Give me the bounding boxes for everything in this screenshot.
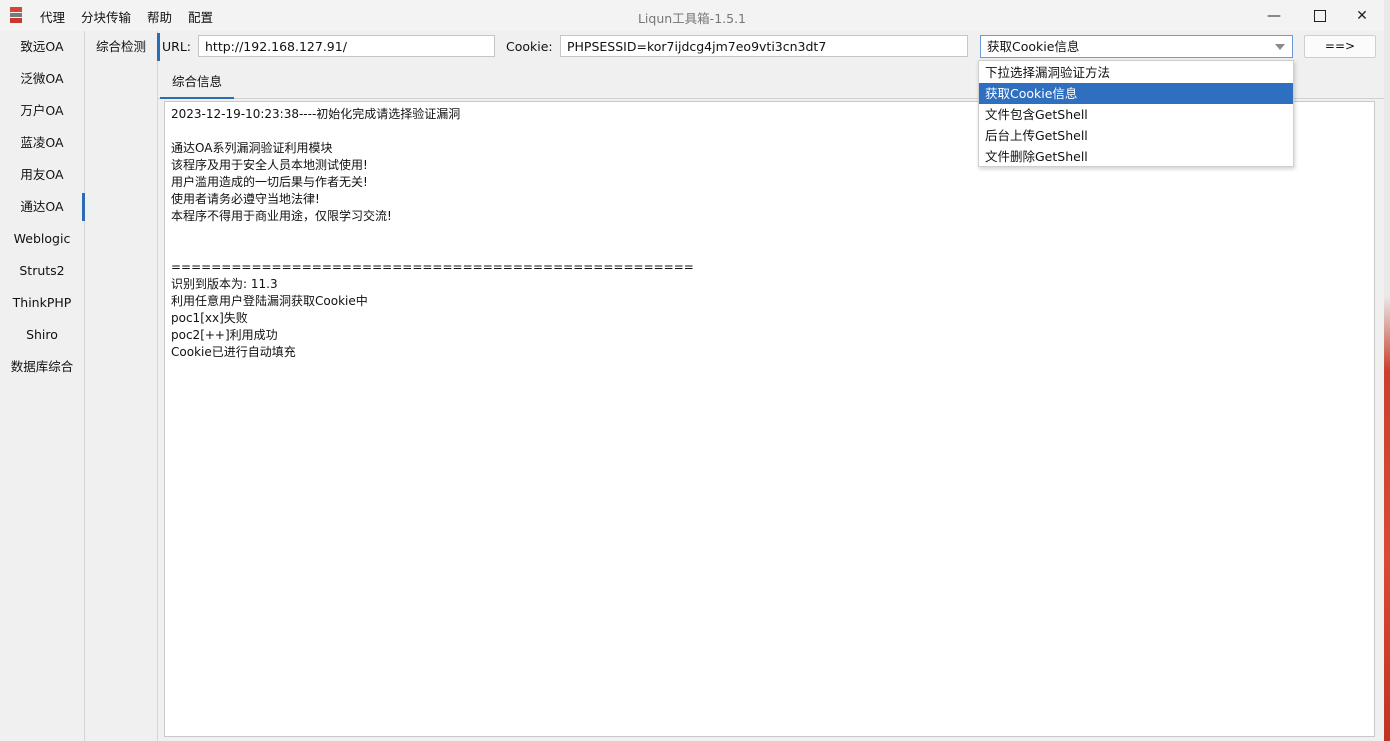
chevron-down-icon[interactable] bbox=[1275, 44, 1285, 50]
cookie-label: Cookie: bbox=[506, 39, 553, 54]
log-line: 本程序不得用于商业用途，仅限学习交流! bbox=[171, 209, 392, 223]
log-line: Cookie已进行自动填充 bbox=[171, 345, 296, 359]
menu-config[interactable]: 配置 bbox=[180, 7, 221, 26]
log-line: 利用任意用户登陆漏洞获取Cookie中 bbox=[171, 294, 368, 308]
log-line: 使用者请务必遵守当地法律! bbox=[171, 192, 320, 206]
log-line: ========================================… bbox=[171, 260, 694, 274]
sidebar-item-landray-oa[interactable]: 蓝凌OA bbox=[0, 127, 84, 159]
sidebar: 致远OA 泛微OA 万户OA 蓝凌OA 用友OA 通达OA Weblogic S… bbox=[0, 31, 85, 741]
app-window: 代理 分块传输 帮助 配置 Liqun工具箱-1.5.1 — ✕ 致远OA 泛微… bbox=[0, 0, 1385, 741]
title-bar: 代理 分块传输 帮助 配置 Liqun工具箱-1.5.1 — ✕ bbox=[0, 0, 1384, 31]
sidebar-item-seeyon-oa[interactable]: 致远OA bbox=[0, 31, 84, 63]
log-line: 识别到版本为: 11.3 bbox=[171, 277, 278, 291]
cookie-input[interactable] bbox=[560, 35, 968, 57]
app-logo-icon bbox=[10, 7, 22, 23]
maximize-icon bbox=[1314, 9, 1326, 22]
output-log[interactable]: 2023-12-19-10:23:38----初始化完成请选择验证漏洞 通达OA… bbox=[164, 101, 1375, 737]
tab-comprehensive-info[interactable]: 综合信息 bbox=[160, 68, 234, 99]
menu-proxy[interactable]: 代理 bbox=[32, 7, 73, 26]
sidebar-item-weaver-oa[interactable]: 泛微OA bbox=[0, 63, 84, 95]
sidebar-item-weblogic[interactable]: Weblogic bbox=[0, 223, 84, 255]
tab-label: 综合信息 bbox=[171, 74, 222, 89]
dropdown-option[interactable]: 下拉选择漏洞验证方法 bbox=[979, 62, 1293, 83]
url-label: URL: bbox=[162, 39, 192, 54]
sidebar-item-tongda-oa[interactable]: 通达OA bbox=[0, 191, 85, 223]
sidebar-item-shiro[interactable]: Shiro bbox=[0, 319, 84, 351]
sidebar-item-struts2[interactable]: Struts2 bbox=[0, 255, 84, 287]
sub-sidebar: 综合检测 bbox=[85, 31, 160, 741]
url-input[interactable] bbox=[198, 35, 495, 57]
tab-active-indicator bbox=[160, 97, 234, 99]
close-button[interactable]: ✕ bbox=[1339, 0, 1385, 31]
maximize-button[interactable] bbox=[1297, 0, 1343, 31]
log-line: poc1[xx]失败 bbox=[171, 311, 248, 325]
menu-chunked-transfer[interactable]: 分块传输 bbox=[73, 7, 139, 26]
menu-help[interactable]: 帮助 bbox=[139, 7, 180, 26]
method-dropdown-list: 下拉选择漏洞验证方法 获取Cookie信息 文件包含GetShell 后台上传G… bbox=[978, 60, 1294, 167]
minimize-icon: — bbox=[1267, 7, 1281, 24]
run-button[interactable]: ==> bbox=[1304, 35, 1376, 58]
dropdown-option[interactable]: 文件删除GetShell bbox=[979, 146, 1293, 167]
subnav-item-comprehensive-check[interactable]: 综合检测 bbox=[85, 31, 160, 63]
dropdown-option[interactable]: 文件包含GetShell bbox=[979, 104, 1293, 125]
sidebar-item-wanhu-oa[interactable]: 万户OA bbox=[0, 95, 84, 127]
dropdown-option[interactable]: 后台上传GetShell bbox=[979, 125, 1293, 146]
sidebar-item-thinkphp[interactable]: ThinkPHP bbox=[0, 287, 84, 319]
desktop-background bbox=[1384, 0, 1390, 741]
dropdown-option-selected[interactable]: 获取Cookie信息 bbox=[979, 83, 1293, 104]
log-line: 用户滥用造成的一切后果与作者无关! bbox=[171, 175, 368, 189]
method-select[interactable]: 获取Cookie信息 bbox=[980, 35, 1293, 58]
sidebar-item-database[interactable]: 数据库综合 bbox=[0, 351, 84, 383]
minimize-button[interactable]: — bbox=[1251, 0, 1297, 31]
sidebar-item-yonyou-oa[interactable]: 用友OA bbox=[0, 159, 84, 191]
log-line: poc2[++]利用成功 bbox=[171, 328, 278, 342]
method-select-value: 获取Cookie信息 bbox=[987, 39, 1080, 54]
close-icon: ✕ bbox=[1356, 7, 1368, 24]
menu-bar: 代理 分块传输 帮助 配置 bbox=[32, 7, 221, 26]
